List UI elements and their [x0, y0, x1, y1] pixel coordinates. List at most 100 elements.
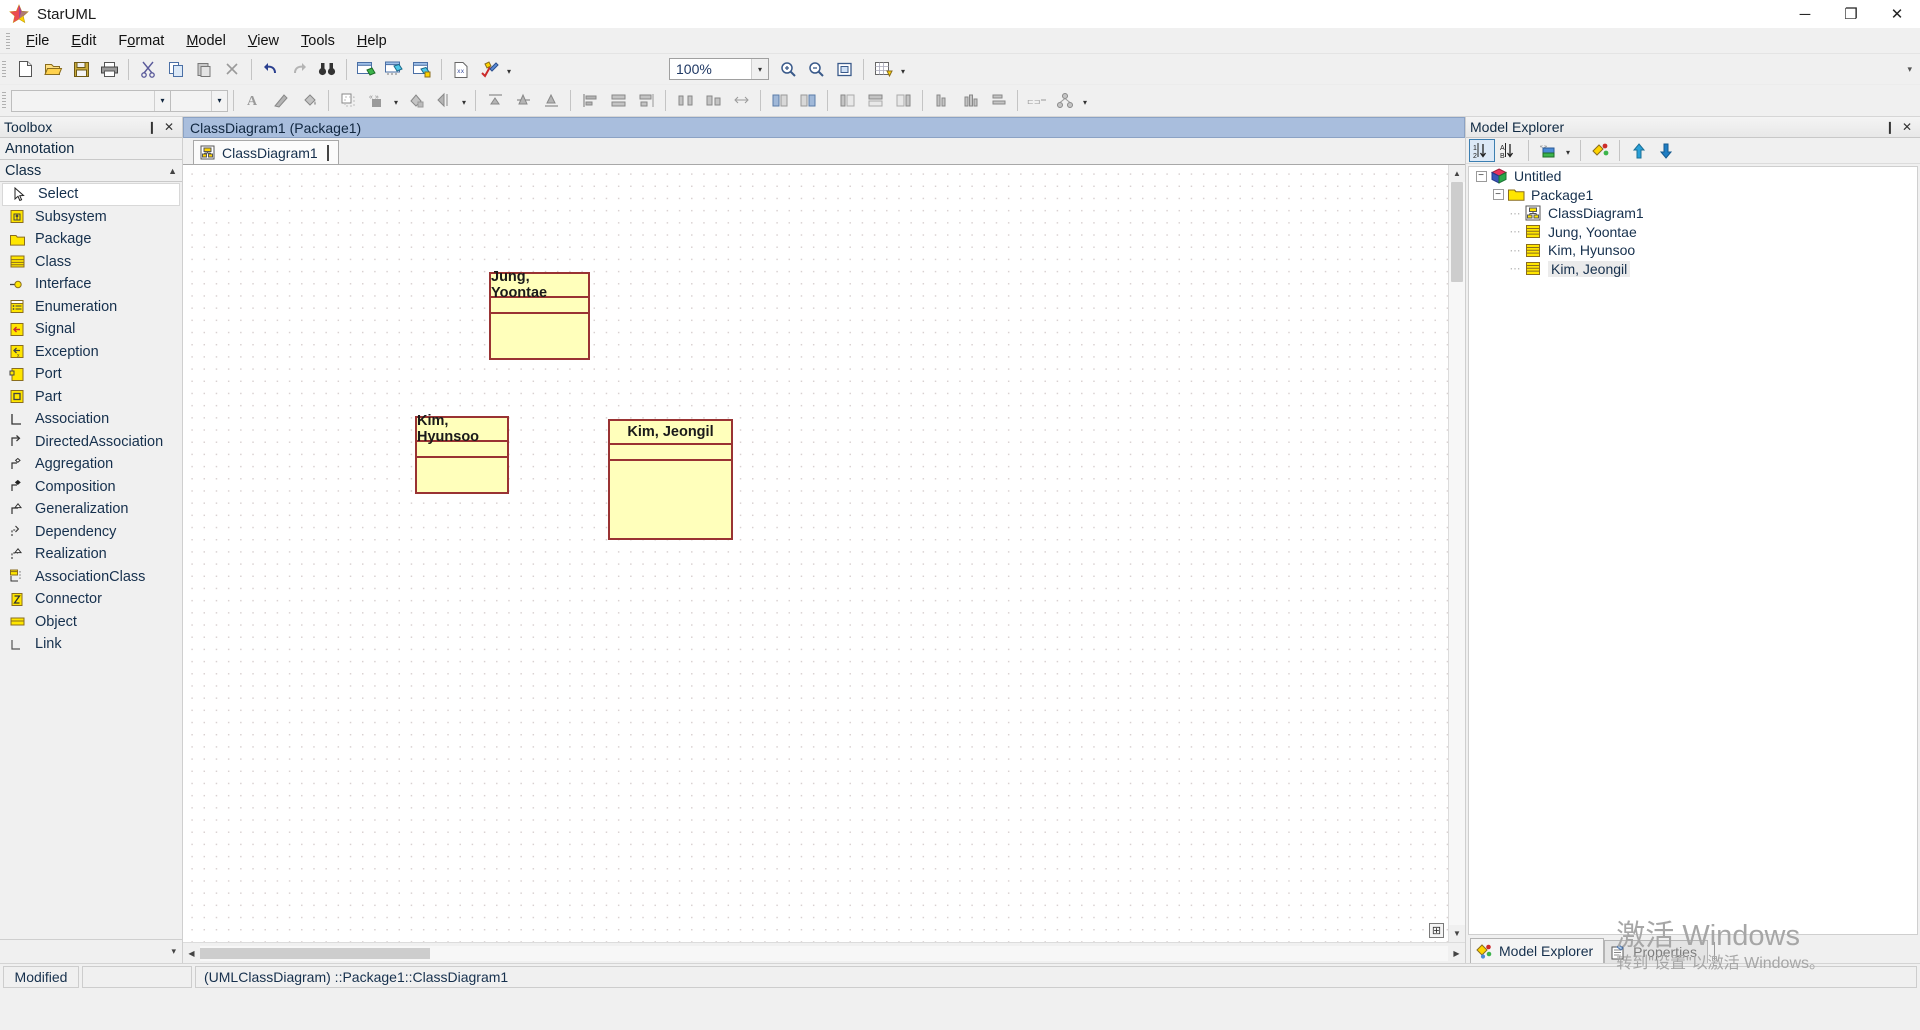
menubar-grip[interactable] — [6, 32, 10, 50]
toolbox-item-realization[interactable]: Realization — [0, 543, 182, 566]
open-folder-icon[interactable] — [40, 57, 66, 82]
font-name-combo[interactable]: ▾ — [11, 89, 171, 112]
toolbox-item-object[interactable]: Object — [0, 611, 182, 634]
grid-icon[interactable] — [870, 57, 896, 82]
toolbox-item-part[interactable]: Part — [0, 386, 182, 409]
class-operations-compartment[interactable] — [491, 314, 588, 358]
auto-layout-dropdown-arrow-icon[interactable]: ▾ — [1079, 88, 1091, 113]
h-scroll-track[interactable] — [200, 945, 1448, 961]
layout-left-icon[interactable] — [834, 88, 860, 113]
distribute-v-icon[interactable] — [700, 88, 726, 113]
toolbox-item-connector[interactable]: Connector — [0, 588, 182, 611]
sort-numeric-icon[interactable]: 12 — [1469, 139, 1495, 162]
chart-col-icon[interactable] — [957, 88, 983, 113]
toolbox-item-select[interactable]: Select — [2, 183, 180, 206]
fill-gradient-icon[interactable] — [403, 88, 429, 113]
close-button[interactable]: ✕ — [1874, 0, 1920, 29]
class-box[interactable]: Kim, Jeongil — [608, 419, 733, 540]
move-up-arrow-icon[interactable] — [1626, 139, 1652, 162]
toolbox-group-annotation[interactable]: Annotation — [0, 138, 182, 160]
toolbox-item-port[interactable]: Port — [0, 363, 182, 386]
toolbox-item-generalization[interactable]: Generalization — [0, 498, 182, 521]
tab-model-explorer[interactable]: Model Explorer — [1470, 938, 1605, 963]
menu-view[interactable]: View — [237, 30, 290, 52]
toolbox-item-class[interactable]: Class — [0, 251, 182, 274]
toolbox-item-enumeration[interactable]: Enumeration — [0, 296, 182, 319]
toolbox-item-association[interactable]: Association — [0, 408, 182, 431]
menu-tools[interactable]: Tools — [290, 30, 346, 52]
validate-check-icon[interactable] — [476, 57, 502, 82]
canvas-vertical-scrollbar[interactable]: ▲ ▼ — [1448, 165, 1465, 942]
toolbox-item-directedassociation[interactable]: DirectedAssociation — [0, 431, 182, 454]
class-attributes-compartment[interactable] — [417, 442, 507, 458]
sort-alpha-icon[interactable]: AB — [1496, 139, 1522, 162]
font-name-arrow-icon[interactable]: ▾ — [154, 90, 170, 111]
tree-expander-icon[interactable]: − — [1473, 170, 1489, 182]
toolbox-item-link[interactable]: Link — [0, 633, 182, 656]
font-color-icon[interactable]: A — [240, 88, 266, 113]
minimize-button[interactable]: ─ — [1782, 0, 1828, 29]
align-left-icon[interactable] — [577, 88, 603, 113]
grid-dropdown-arrow-icon[interactable]: ▾ — [897, 57, 909, 82]
tree-item[interactable]: ⋯ ClassDiagram1 — [1469, 204, 1917, 223]
move-down-arrow-icon[interactable] — [1653, 139, 1679, 162]
class-attributes-compartment[interactable] — [491, 298, 588, 314]
zoom-fit-icon[interactable] — [831, 57, 857, 82]
menu-model[interactable]: Model — [175, 30, 237, 52]
save-icon[interactable] — [68, 57, 94, 82]
copy-icon[interactable] — [163, 57, 189, 82]
distribute-h-icon[interactable] — [672, 88, 698, 113]
toolbox-item-aggregation[interactable]: Aggregation — [0, 453, 182, 476]
tab-properties[interactable]: Properties — [1604, 940, 1708, 963]
add-subdiagram-icon[interactable] — [381, 57, 407, 82]
toolbox-group-class[interactable]: Class ▲ — [0, 160, 182, 182]
select-in-diagram-icon[interactable] — [1587, 139, 1613, 162]
class-attributes-compartment[interactable] — [610, 445, 731, 461]
toolbox-pin-icon[interactable]: ❙ — [147, 120, 157, 134]
align-top-icon[interactable] — [482, 88, 508, 113]
font-size-arrow-icon[interactable]: ▾ — [211, 90, 227, 111]
align-center-icon[interactable] — [605, 88, 631, 113]
add-diagram-icon[interactable] — [353, 57, 379, 82]
layout-center-icon[interactable] — [862, 88, 888, 113]
cut-scissors-icon[interactable] — [135, 57, 161, 82]
fill-color-icon[interactable] — [296, 88, 322, 113]
zoom-dropdown-arrow-icon[interactable]: ▾ — [751, 59, 768, 79]
document-xml-icon[interactable]: xx — [448, 57, 474, 82]
tree-item[interactable]: ⋯ Kim, Jeongil — [1469, 260, 1917, 279]
toolbox-item-signal[interactable]: Signal — [0, 318, 182, 341]
scroll-left-arrow-icon[interactable]: ◀ — [183, 944, 200, 962]
stereotype-dropdown-arrow-icon[interactable]: ▾ — [390, 88, 402, 113]
v-scroll-track[interactable] — [1449, 182, 1465, 925]
send-back-icon[interactable] — [795, 88, 821, 113]
redo-arrow-icon[interactable] — [286, 57, 312, 82]
tab-classdiagram1[interactable]: ClassDiagram1 — [193, 140, 339, 164]
tree-item[interactable]: − Package1 — [1469, 186, 1917, 205]
canvas-resize-handle-icon[interactable]: ⊞ — [1429, 923, 1444, 938]
menu-file[interactable]: File — [15, 30, 60, 52]
class-box[interactable]: Jung, Yoontae — [489, 269, 590, 360]
toolbox-item-package[interactable]: Package — [0, 228, 182, 251]
v-scroll-thumb[interactable] — [1451, 182, 1463, 282]
class-box[interactable]: Kim, Hyunsoo — [415, 413, 509, 494]
toolbox-item-interface[interactable]: Interface — [0, 273, 182, 296]
explorer-close-icon[interactable]: ✕ — [1902, 120, 1912, 134]
toolbox-item-exception[interactable]: x Exception — [0, 341, 182, 364]
undo-arrow-icon[interactable] — [258, 57, 284, 82]
tree-item[interactable]: ⋯ Kim, Hyunsoo — [1469, 241, 1917, 260]
scroll-right-arrow-icon[interactable]: ▶ — [1448, 944, 1465, 962]
toolbar-grip[interactable] — [2, 60, 6, 78]
zoom-combo[interactable]: 100% ▾ — [669, 58, 769, 80]
stereotype-icon[interactable]: « » — [363, 88, 389, 113]
validate-dropdown-arrow-icon[interactable]: ▾ — [503, 57, 515, 82]
toolbox-item-dependency[interactable]: Dependency — [0, 521, 182, 544]
zoom-out-icon[interactable] — [803, 57, 829, 82]
tree-item[interactable]: − Untitled — [1469, 167, 1917, 186]
align-right-icon[interactable] — [633, 88, 659, 113]
chart-bar-icon[interactable] — [929, 88, 955, 113]
toolbox-close-icon[interactable]: ✕ — [164, 120, 174, 134]
same-size-icon[interactable] — [728, 88, 754, 113]
line-style-icon[interactable] — [268, 88, 294, 113]
auto-layout-icon[interactable] — [1052, 88, 1078, 113]
menu-edit[interactable]: Edit — [60, 30, 107, 52]
